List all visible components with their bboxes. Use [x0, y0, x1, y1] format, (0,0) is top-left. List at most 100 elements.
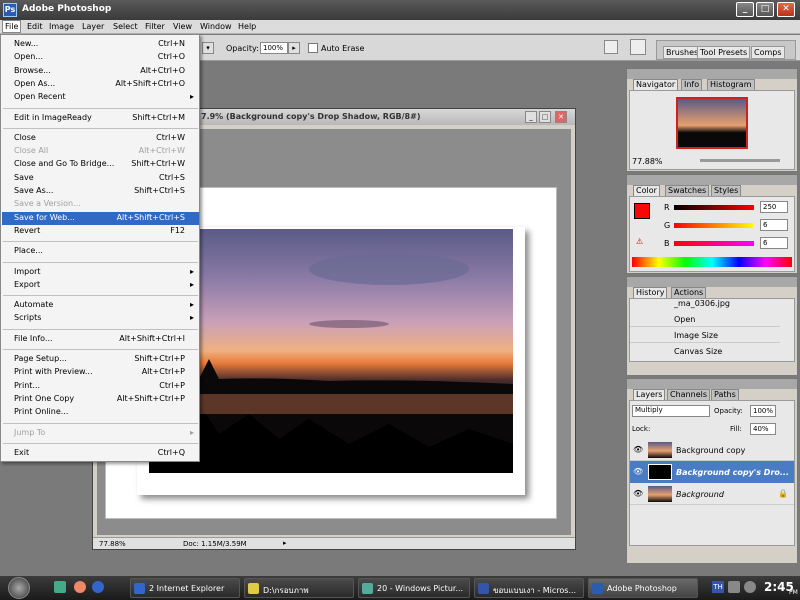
- firefox-icon[interactable]: [74, 581, 86, 593]
- file-menu-item[interactable]: Save Ctrl+S: [2, 172, 199, 185]
- fill-input[interactable]: [750, 423, 776, 435]
- tab-navigator[interactable]: Navigator: [633, 79, 679, 90]
- r-value-input[interactable]: [760, 201, 788, 213]
- history-snapshot[interactable]: _ma_0306.jpg: [674, 299, 730, 308]
- taskbar-windows-picture[interactable]: 20 - Windows Pictur...: [358, 578, 470, 598]
- menu-select[interactable]: Select: [111, 21, 140, 32]
- tray-icon-2[interactable]: [744, 581, 756, 593]
- b-value-input[interactable]: [760, 237, 788, 249]
- menu-layer[interactable]: Layer: [80, 21, 106, 32]
- layer-opacity-input[interactable]: [750, 405, 776, 417]
- file-menu-item[interactable]: Open As... Alt+Shift+Ctrl+O: [2, 78, 199, 91]
- navigator-thumbnail[interactable]: [676, 97, 748, 149]
- navigator-zoom-slider[interactable]: [700, 159, 780, 162]
- show-desktop-icon[interactable]: [54, 581, 66, 593]
- tab-styles[interactable]: Styles: [711, 185, 742, 196]
- file-menu-item[interactable]: Print with Preview... Alt+Ctrl+P: [2, 366, 199, 379]
- b-slider[interactable]: [674, 241, 754, 246]
- g-value-input[interactable]: [760, 219, 788, 231]
- doc-close-button[interactable]: ✕: [555, 111, 567, 123]
- blend-mode-select[interactable]: Multiply: [632, 405, 710, 417]
- tab-histogram[interactable]: Histogram: [707, 79, 755, 90]
- file-menu-item[interactable]: Open Recent ▸: [2, 91, 199, 104]
- file-menu-item[interactable]: Open... Ctrl+O: [2, 51, 199, 64]
- file-menu-item[interactable]: Automate ▸: [2, 299, 199, 312]
- doc-maximize-button[interactable]: □: [539, 111, 551, 123]
- tab-info[interactable]: Info: [681, 79, 703, 90]
- taskbar-photoshop[interactable]: Adobe Photoshop: [588, 578, 698, 598]
- visibility-eye-icon[interactable]: 👁: [633, 445, 643, 454]
- file-menu-item[interactable]: File Info... Alt+Shift+Ctrl+I: [2, 333, 199, 346]
- file-menu-item[interactable]: Print One Copy Alt+Shift+Ctrl+P: [2, 393, 199, 406]
- file-menu-item[interactable]: New... Ctrl+N: [2, 38, 199, 51]
- foreground-color-swatch[interactable]: [634, 203, 650, 219]
- taskbar-folder[interactable]: D:\กรอบภาพ: [244, 578, 354, 598]
- history-item[interactable]: Image Size: [630, 327, 780, 343]
- file-menu-item[interactable]: Page Setup... Shift+Ctrl+P: [2, 353, 199, 366]
- tab-brushes[interactable]: Brushes: [663, 46, 702, 59]
- file-menu-item[interactable]: Save As... Shift+Ctrl+S: [2, 185, 199, 198]
- history-item[interactable]: Canvas Size: [630, 343, 780, 359]
- layer-row[interactable]: 👁 Background 🔒: [630, 483, 794, 505]
- file-menu-item[interactable]: Revert F12: [2, 225, 199, 238]
- menu-filter[interactable]: Filter: [143, 21, 167, 32]
- taskbar-word[interactable]: ขอบแบบเงา - Micros...: [474, 578, 584, 598]
- file-menu-item[interactable]: Close and Go To Bridge... Shift+Ctrl+W: [2, 158, 199, 171]
- maximize-button[interactable]: □: [756, 2, 774, 17]
- tab-tool-presets[interactable]: Tool Presets: [697, 46, 751, 59]
- palette-menu-icon[interactable]: [604, 40, 618, 54]
- layers-panel-header[interactable]: [627, 379, 797, 389]
- auto-erase-checkbox[interactable]: [308, 43, 318, 53]
- tab-paths[interactable]: Paths: [711, 389, 739, 400]
- tab-channels[interactable]: Channels: [667, 389, 711, 400]
- gamut-warning-icon[interactable]: ⚠: [636, 237, 643, 246]
- visibility-eye-icon[interactable]: 👁: [633, 489, 643, 498]
- tab-swatches[interactable]: Swatches: [665, 185, 710, 196]
- file-menu-item[interactable]: Place...: [2, 245, 199, 258]
- file-menu-item[interactable]: Edit in ImageReady Shift+Ctrl+M: [2, 112, 199, 125]
- file-browser-icon[interactable]: [630, 39, 646, 55]
- menu-view[interactable]: View: [171, 21, 194, 32]
- file-menu-item[interactable]: Exit Ctrl+Q: [2, 447, 199, 460]
- history-panel-header[interactable]: [627, 277, 797, 287]
- file-menu-item[interactable]: Export ▸: [2, 279, 199, 292]
- r-slider[interactable]: [674, 205, 754, 210]
- minimize-button[interactable]: _: [736, 2, 754, 17]
- file-menu-item[interactable]: Scripts ▸: [2, 312, 199, 325]
- menu-help[interactable]: Help: [236, 21, 258, 32]
- menu-file[interactable]: File: [2, 20, 22, 33]
- ie-quicklaunch-icon[interactable]: [92, 581, 104, 593]
- language-indicator-icon[interactable]: TH: [712, 581, 724, 593]
- tab-comps[interactable]: Comps: [751, 46, 785, 59]
- navigator-panel-header[interactable]: [627, 69, 797, 79]
- file-menu-item[interactable]: Print Online...: [2, 406, 199, 419]
- opacity-input[interactable]: [260, 42, 288, 54]
- status-menu-arrow-icon[interactable]: ▸: [283, 539, 287, 547]
- menu-edit[interactable]: Edit: [25, 21, 45, 32]
- mode-dropdown-button[interactable]: ▾: [202, 42, 214, 54]
- color-ramp[interactable]: [632, 257, 792, 267]
- layer-row-selected[interactable]: 👁 Background copy's Dro...: [630, 461, 794, 483]
- tab-actions[interactable]: Actions: [671, 287, 707, 298]
- color-panel-header[interactable]: [627, 175, 797, 185]
- history-item[interactable]: Open: [630, 311, 780, 327]
- tray-icon-1[interactable]: [728, 581, 740, 593]
- tab-history[interactable]: History: [633, 287, 668, 298]
- g-slider[interactable]: [674, 223, 754, 228]
- file-menu-item[interactable]: Close Ctrl+W: [2, 132, 199, 145]
- file-menu-item[interactable]: Browse... Alt+Ctrl+O: [2, 65, 199, 78]
- tab-color[interactable]: Color: [633, 185, 660, 196]
- menu-window[interactable]: Window: [198, 21, 234, 32]
- layer-row[interactable]: 👁 Background copy: [630, 439, 794, 461]
- close-button[interactable]: ✕: [777, 2, 795, 17]
- visibility-eye-icon[interactable]: 👁: [633, 467, 643, 476]
- taskbar-ie[interactable]: 2 Internet Explorer: [130, 578, 240, 598]
- file-menu-item[interactable]: Print... Ctrl+P: [2, 380, 199, 393]
- menu-image[interactable]: Image: [47, 21, 76, 32]
- file-menu-item[interactable]: Import ▸: [2, 266, 199, 279]
- tab-layers[interactable]: Layers: [633, 389, 666, 400]
- photoshop-app-icon[interactable]: Ps: [3, 3, 17, 17]
- opacity-slider-button[interactable]: ▸: [288, 42, 300, 54]
- doc-minimize-button[interactable]: _: [525, 111, 537, 123]
- file-menu-item[interactable]: Save for Web... Alt+Shift+Ctrl+S: [2, 211, 199, 225]
